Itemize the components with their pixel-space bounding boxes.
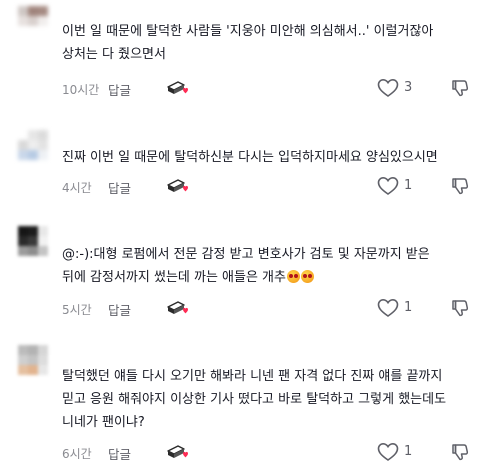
avatar[interactable] xyxy=(18,130,48,160)
avatar-pixel xyxy=(38,365,48,375)
comment-line-text: 뒤에 감정서까지 썼는데 까는 애들은 개추 xyxy=(62,270,286,285)
avatar-pixel xyxy=(18,226,28,236)
thumbs-down-icon[interactable] xyxy=(450,78,470,98)
avatar-pixel xyxy=(28,226,38,236)
reply-button[interactable]: 답글 xyxy=(108,80,131,99)
avatar-pixel xyxy=(28,130,38,140)
comment-actions: 4시간 답글 1 xyxy=(62,176,472,198)
like-count: 1 xyxy=(404,178,413,193)
avatar-pixel xyxy=(28,140,38,150)
timestamp: 6시간 xyxy=(62,447,92,461)
avatar-pixel xyxy=(38,6,48,16)
avatar-pixel xyxy=(28,6,38,16)
gift-icon[interactable] xyxy=(166,79,190,97)
face-emoji xyxy=(300,270,314,283)
avatar-pixel xyxy=(28,236,38,246)
avatar[interactable] xyxy=(18,345,48,375)
avatar-pixel xyxy=(28,365,38,375)
avatar-pixel xyxy=(38,345,48,355)
avatar[interactable] xyxy=(18,6,48,36)
gift-icon[interactable] xyxy=(166,443,190,461)
avatar-pixel xyxy=(28,16,38,26)
timestamp: 5시간 xyxy=(62,303,92,317)
avatar-pixel xyxy=(28,26,38,36)
like-count: 3 xyxy=(404,80,413,95)
like-count: 1 xyxy=(404,300,413,315)
comment-text: 탈덕했던 얘들 다시 오기만 해봐라 니넨 팬 자격 없다 진짜 얘를 끝까지 … xyxy=(62,365,466,434)
comment-line: 니네가 팬이냐? xyxy=(62,415,145,430)
avatar-pixel xyxy=(38,246,48,256)
comment-text: 이번 일 때문에 탈덕한 사람들 '지웅아 미안해 의심해서..' 이럴거잖아 … xyxy=(62,20,466,66)
comment-actions: 6시간 답글 1 xyxy=(62,442,472,464)
avatar-pixel xyxy=(28,246,38,256)
heart-outline-icon[interactable] xyxy=(377,78,399,98)
avatar-pixel xyxy=(28,150,38,160)
comment-line: 뒤에 감정서까지 썼는데 까는 애들은 개추 xyxy=(62,266,466,289)
reply-button[interactable]: 답글 xyxy=(108,444,131,463)
comment-text: 진짜 이번 일 때문에 탈덕하신분 다시는 입덕하지마세요 양심있으시면 xyxy=(62,146,466,169)
avatar-pixel xyxy=(18,345,28,355)
reply-button[interactable]: 답글 xyxy=(108,178,131,197)
avatar-pixel xyxy=(38,226,48,236)
avatar-pixel xyxy=(38,355,48,365)
avatar-pixel xyxy=(18,6,28,16)
avatar-pixel xyxy=(18,355,28,365)
avatar[interactable] xyxy=(18,226,48,256)
like-count: 1 xyxy=(404,444,413,459)
timestamp: 10시간 xyxy=(62,83,100,97)
avatar-pixel xyxy=(38,140,48,150)
gift-icon[interactable] xyxy=(166,299,190,317)
heart-outline-icon[interactable] xyxy=(377,176,399,196)
avatar-pixel xyxy=(38,16,48,26)
avatar-pixel xyxy=(28,345,38,355)
avatar-pixel xyxy=(18,365,28,375)
avatar-pixel xyxy=(18,246,28,256)
timestamp: 4시간 xyxy=(62,181,92,195)
comment-line: 진짜 이번 일 때문에 탈덕하신분 다시는 입덕하지마세요 양심있으시면 xyxy=(62,150,438,165)
comment-line: 이번 일 때문에 탈덕한 사람들 '지웅아 미안해 의심해서..' 이럴거잖아 xyxy=(62,24,434,39)
avatar-pixel xyxy=(18,236,28,246)
avatar-pixel xyxy=(38,236,48,246)
avatar-pixel xyxy=(38,150,48,160)
comment-line: 믿고 응원 해줘야지 이상한 기사 떴다고 바로 탈덕하고 그렇게 했는데도 xyxy=(62,392,447,407)
comment-text: @:-):대형 로펌에서 전문 감정 받고 변호사가 검토 및 자문까지 받은 … xyxy=(62,243,466,289)
heart-outline-icon[interactable] xyxy=(377,298,399,318)
comment-actions: 10시간 답글 3 xyxy=(62,78,472,100)
comment-line: @:-):대형 로펌에서 전문 감정 받고 변호사가 검토 및 자문까지 받은 xyxy=(62,247,430,262)
avatar-pixel xyxy=(18,130,28,140)
heart-outline-icon[interactable] xyxy=(377,442,399,462)
avatar-pixel xyxy=(18,150,28,160)
avatar-pixel xyxy=(38,26,48,36)
gift-icon[interactable] xyxy=(166,177,190,195)
thumbs-down-icon[interactable] xyxy=(450,176,470,196)
comment-actions: 5시간 답글 1 xyxy=(62,298,472,320)
comment-line: 탈덕했던 얘들 다시 오기만 해봐라 니넨 팬 자격 없다 진짜 얘를 끝까지 xyxy=(62,369,443,384)
thumbs-down-icon[interactable] xyxy=(450,298,470,318)
avatar-pixel xyxy=(18,26,28,36)
avatar-pixel xyxy=(18,140,28,150)
face-emoji xyxy=(286,270,300,283)
thumbs-down-icon[interactable] xyxy=(450,442,470,462)
avatar-pixel xyxy=(38,130,48,140)
comment-line: 상처는 다 줬으면서 xyxy=(62,47,166,62)
avatar-pixel xyxy=(28,355,38,365)
avatar-pixel xyxy=(18,16,28,26)
reply-button[interactable]: 답글 xyxy=(108,300,131,319)
